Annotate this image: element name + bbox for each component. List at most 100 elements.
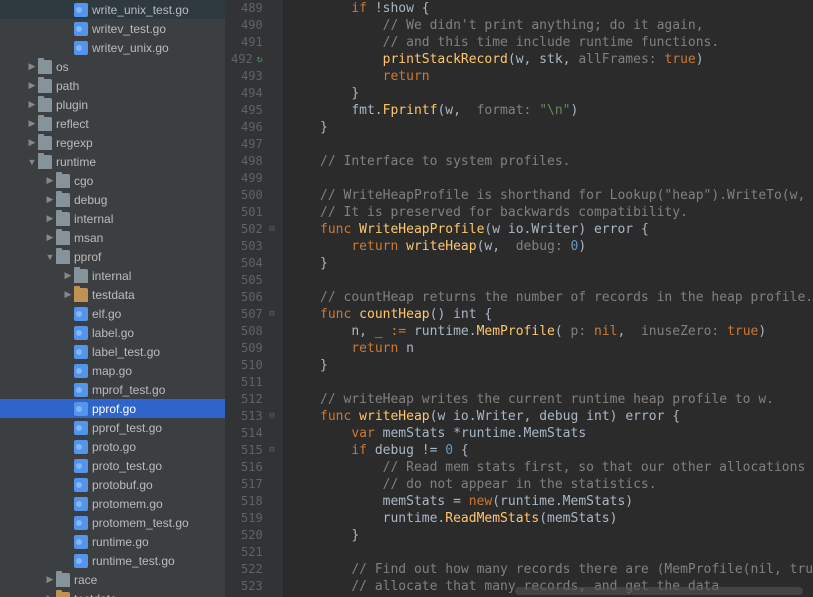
code-line[interactable]: } bbox=[289, 255, 813, 272]
tree-item-label_test-go[interactable]: label_test.go bbox=[0, 342, 225, 361]
tree-item-mprof_test-go[interactable]: mprof_test.go bbox=[0, 380, 225, 399]
code-line[interactable]: runtime.ReadMemStats(memStats) bbox=[289, 510, 813, 527]
expand-arrow-icon[interactable] bbox=[44, 213, 56, 224]
code-line[interactable]: // do not appear in the statistics. bbox=[289, 476, 813, 493]
tree-item-cgo[interactable]: cgo bbox=[0, 171, 225, 190]
code-area[interactable]: if !show { // We didn't print anything; … bbox=[283, 0, 813, 597]
code-line[interactable] bbox=[289, 272, 813, 289]
tree-item-elf-go[interactable]: elf.go bbox=[0, 304, 225, 323]
code-line[interactable]: func WriteHeapProfile(w io.Writer) error… bbox=[289, 221, 813, 238]
gutter-line: 511 bbox=[231, 374, 275, 391]
gutter-line: 514 bbox=[231, 425, 275, 442]
code-editor[interactable]: 489490491492↻493494495496497498499500501… bbox=[225, 0, 813, 597]
code-line[interactable]: // Read mem stats first, so that our oth… bbox=[289, 459, 813, 476]
tree-item-internal[interactable]: internal bbox=[0, 209, 225, 228]
tree-item-path[interactable]: path bbox=[0, 76, 225, 95]
tree-item-write_unix_test-go[interactable]: write_unix_test.go bbox=[0, 0, 225, 19]
tree-item-proto_test-go[interactable]: proto_test.go bbox=[0, 456, 225, 475]
tree-item-pprof[interactable]: pprof bbox=[0, 247, 225, 266]
tree-item-protobuf-go[interactable]: protobuf.go bbox=[0, 475, 225, 494]
expand-arrow-icon[interactable] bbox=[26, 99, 38, 110]
code-line[interactable]: // It is preserved for backwards compati… bbox=[289, 204, 813, 221]
tree-item-regexp[interactable]: regexp bbox=[0, 133, 225, 152]
tree-item-reflect[interactable]: reflect bbox=[0, 114, 225, 133]
code-line[interactable]: // We didn't print anything; do it again… bbox=[289, 17, 813, 34]
tree-item-runtime[interactable]: runtime bbox=[0, 152, 225, 171]
tree-item-label-go[interactable]: label.go bbox=[0, 323, 225, 342]
expand-arrow-icon[interactable] bbox=[44, 574, 56, 585]
folder-icon bbox=[38, 117, 52, 131]
gutter-line: 521 bbox=[231, 544, 275, 561]
tree-item-pprof_test-go[interactable]: pprof_test.go bbox=[0, 418, 225, 437]
expand-arrow-icon[interactable] bbox=[26, 157, 38, 167]
code-line[interactable]: if debug != 0 { bbox=[289, 442, 813, 459]
code-line[interactable]: } bbox=[289, 119, 813, 136]
code-line[interactable]: return writeHeap(w, debug: 0) bbox=[289, 238, 813, 255]
tree-item-testdata[interactable]: testdata bbox=[0, 285, 225, 304]
tree-item-protomem-go[interactable]: protomem.go bbox=[0, 494, 225, 513]
code-line[interactable]: // Find out how many records there are (… bbox=[289, 561, 813, 578]
tree-item-writev_test-go[interactable]: writev_test.go bbox=[0, 19, 225, 38]
expand-arrow-icon[interactable] bbox=[44, 252, 56, 262]
code-line[interactable]: if !show { bbox=[289, 0, 813, 17]
expand-arrow-icon[interactable] bbox=[26, 118, 38, 129]
tree-item-os[interactable]: os bbox=[0, 57, 225, 76]
expand-arrow-icon[interactable] bbox=[44, 232, 56, 243]
expand-arrow-icon[interactable] bbox=[26, 137, 38, 148]
code-line[interactable]: return bbox=[289, 68, 813, 85]
expand-arrow-icon[interactable] bbox=[62, 270, 74, 281]
code-line[interactable]: } bbox=[289, 527, 813, 544]
code-line[interactable]: return n bbox=[289, 340, 813, 357]
expand-arrow-icon[interactable] bbox=[26, 80, 38, 91]
tree-item-writev_unix-go[interactable]: writev_unix.go bbox=[0, 38, 225, 57]
line-number: 518 bbox=[241, 493, 263, 510]
code-line[interactable]: // countHeap returns the number of recor… bbox=[289, 289, 813, 306]
code-line[interactable]: var memStats *runtime.MemStats bbox=[289, 425, 813, 442]
fold-minus-icon[interactable]: ⊟ bbox=[267, 408, 275, 425]
fold-minus-icon[interactable]: ⊟ bbox=[267, 221, 275, 238]
fold-minus-icon[interactable]: ⊟ bbox=[267, 442, 275, 459]
gutter-line: 523 bbox=[231, 578, 275, 595]
fold-minus-icon[interactable]: ⊟ bbox=[267, 306, 275, 323]
code-line[interactable]: } bbox=[289, 357, 813, 374]
expand-arrow-icon[interactable] bbox=[44, 593, 56, 597]
expand-arrow-icon[interactable] bbox=[44, 175, 56, 186]
gutter-line: 516 bbox=[231, 459, 275, 476]
code-line[interactable]: // WriteHeapProfile is shorthand for Loo… bbox=[289, 187, 813, 204]
tree-item-debug[interactable]: debug bbox=[0, 190, 225, 209]
tree-item-map-go[interactable]: map.go bbox=[0, 361, 225, 380]
code-line[interactable]: n, _ := runtime.MemProfile( p: nil, inus… bbox=[289, 323, 813, 340]
line-number: 506 bbox=[241, 289, 263, 306]
tree-item-label: runtime_test.go bbox=[92, 554, 175, 568]
code-line[interactable] bbox=[289, 170, 813, 187]
line-number: 512 bbox=[241, 391, 263, 408]
horizontal-scrollbar[interactable] bbox=[515, 587, 803, 595]
tree-item-testdata[interactable]: testdata bbox=[0, 589, 225, 597]
tree-item-runtime-go[interactable]: runtime.go bbox=[0, 532, 225, 551]
expand-arrow-icon[interactable] bbox=[26, 61, 38, 72]
code-line[interactable]: func writeHeap(w io.Writer, debug int) e… bbox=[289, 408, 813, 425]
code-line[interactable]: fmt.Fprintf(w, format: "\n") bbox=[289, 102, 813, 119]
code-line[interactable]: } bbox=[289, 85, 813, 102]
code-line[interactable]: // Interface to system profiles. bbox=[289, 153, 813, 170]
code-line[interactable] bbox=[289, 374, 813, 391]
code-line[interactable]: // writeHeap writes the current runtime … bbox=[289, 391, 813, 408]
code-line[interactable] bbox=[289, 136, 813, 153]
project-tree[interactable]: write_unix_test.gowritev_test.gowritev_u… bbox=[0, 0, 225, 597]
expand-arrow-icon[interactable] bbox=[44, 194, 56, 205]
expand-arrow-icon[interactable] bbox=[62, 289, 74, 300]
code-line[interactable]: func countHeap() int { bbox=[289, 306, 813, 323]
tree-item-label: internal bbox=[74, 212, 113, 226]
code-line[interactable]: // and this time include runtime functio… bbox=[289, 34, 813, 51]
tree-item-msan[interactable]: msan bbox=[0, 228, 225, 247]
tree-item-race[interactable]: race bbox=[0, 570, 225, 589]
tree-item-pprof-go[interactable]: pprof.go bbox=[0, 399, 225, 418]
tree-item-internal[interactable]: internal bbox=[0, 266, 225, 285]
code-line[interactable] bbox=[289, 544, 813, 561]
tree-item-runtime_test-go[interactable]: runtime_test.go bbox=[0, 551, 225, 570]
code-line[interactable]: memStats = new(runtime.MemStats) bbox=[289, 493, 813, 510]
tree-item-proto-go[interactable]: proto.go bbox=[0, 437, 225, 456]
tree-item-protomem_test-go[interactable]: protomem_test.go bbox=[0, 513, 225, 532]
tree-item-plugin[interactable]: plugin bbox=[0, 95, 225, 114]
code-line[interactable]: printStackRecord(w, stk, allFrames: true… bbox=[289, 51, 813, 68]
